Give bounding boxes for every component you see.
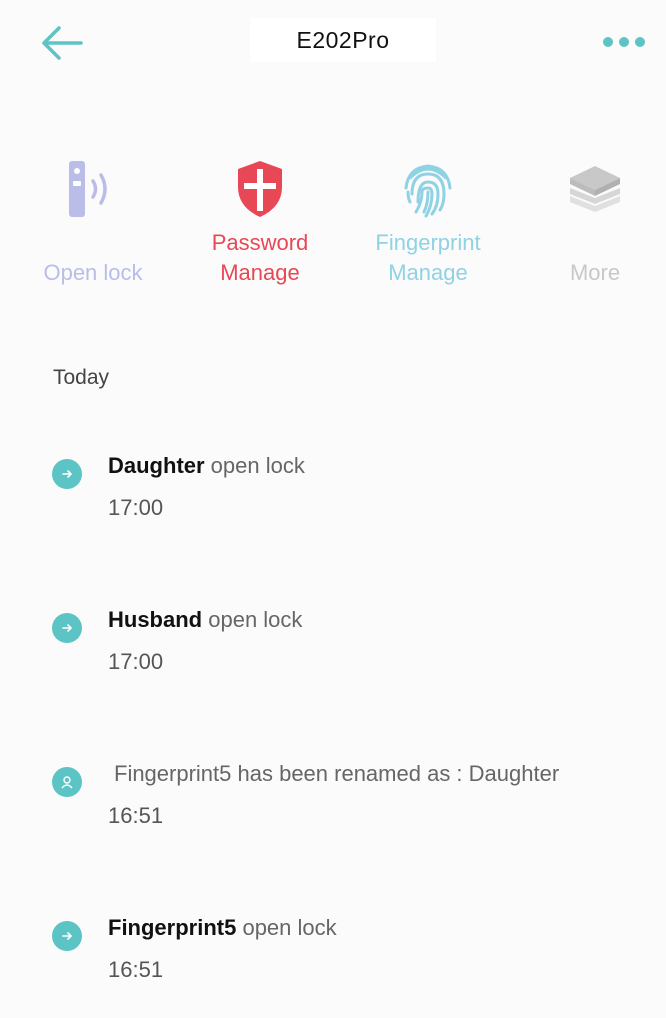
log-time: 17:00	[108, 649, 164, 674]
log-text: Daughter open lock	[108, 453, 305, 479]
arrow-left-icon	[42, 26, 83, 60]
log-text: Husband open lock	[108, 607, 302, 633]
open-lock-label: Open lock	[43, 260, 143, 285]
log-action: open lock	[204, 453, 305, 478]
more-options-button[interactable]	[592, 22, 656, 62]
page-title: E202Pro	[250, 18, 436, 62]
more-label: More	[569, 260, 621, 285]
more-dots-icon	[603, 37, 613, 47]
log-text: Fingerprint5 open lock	[108, 915, 337, 941]
log-item: Daughter open lock 17:00	[50, 453, 650, 543]
unlock-record-icon	[52, 459, 82, 489]
more-dots-icon	[635, 37, 645, 47]
layers-icon	[560, 154, 630, 224]
remote-signal-icon	[58, 154, 128, 224]
log-action: Fingerprint5 has been renamed as : Daugh…	[114, 761, 560, 786]
log-time: 16:51	[108, 957, 164, 982]
log-actor: Daughter	[108, 453, 205, 478]
password-manage-button[interactable]: Password Manage	[180, 150, 340, 290]
log-item: Fingerprint5 open lock 16:51	[50, 915, 650, 1005]
shield-icon	[225, 154, 295, 224]
user-record-icon	[52, 767, 82, 797]
unlock-record-icon	[52, 921, 82, 951]
action-row: Open lock Password Manage Fingerprint Ma…	[0, 150, 666, 290]
open-lock-button[interactable]: Open lock	[13, 150, 173, 290]
fingerprint-manage-button[interactable]: Fingerprint Manage	[348, 150, 508, 290]
log-actor: Husband	[108, 607, 203, 632]
section-heading-today: Today	[53, 366, 110, 389]
header: E202Pro	[0, 0, 666, 90]
log-text: Fingerprint5 has been renamed as : Daugh…	[114, 761, 559, 787]
log-item: Husband open lock 17:00	[50, 607, 650, 697]
more-button[interactable]: More	[515, 150, 666, 290]
more-dots-icon	[619, 37, 629, 47]
unlock-record-icon	[52, 613, 82, 643]
log-action: open lock	[236, 915, 337, 940]
fingerprint-icon	[393, 154, 463, 224]
log-time: 16:51	[108, 803, 164, 828]
fingerprint-manage-label: Fingerprint Manage	[375, 230, 481, 285]
log-item: Fingerprint5 has been renamed as : Daugh…	[50, 761, 650, 851]
log-action: open lock	[202, 607, 303, 632]
back-button[interactable]	[36, 18, 86, 68]
log-time: 17:00	[108, 495, 164, 520]
log-actor: Fingerprint5	[108, 915, 237, 940]
screen: E202Pro Open lock Password Manage Finger…	[0, 0, 666, 1018]
password-manage-label: Password Manage	[211, 230, 309, 285]
